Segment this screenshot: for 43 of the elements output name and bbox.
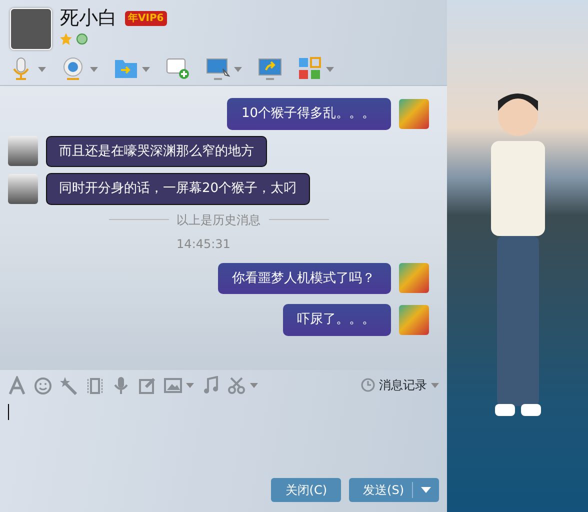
contact-avatar (8, 136, 38, 166)
caret-icon[interactable] (326, 66, 334, 72)
contact-avatar (8, 174, 38, 204)
star-icon (60, 32, 72, 45)
message-bubble: 而且还是在嚎哭深渊那么窄的地方 (46, 136, 267, 167)
avatar[interactable] (10, 8, 52, 50)
history-link[interactable]: 消息记录 (379, 376, 427, 394)
magic-wand-icon[interactable] (60, 376, 78, 394)
close-button[interactable]: 关闭(C) (271, 478, 342, 502)
font-icon[interactable] (8, 376, 26, 394)
caret-icon[interactable] (421, 487, 431, 493)
message-bubble: 10个猴子得多乱。。。 (227, 98, 391, 130)
vip-badge: 年VIP6 (125, 10, 167, 26)
caret-icon[interactable] (431, 382, 439, 388)
monitor-arrow-icon[interactable] (258, 57, 282, 81)
music-note-icon[interactable] (202, 376, 220, 394)
image-icon[interactable] (164, 376, 182, 394)
vibrate-icon[interactable] (86, 376, 104, 394)
app-grid-icon[interactable] (298, 57, 322, 81)
timestamp: 14:45:31 (176, 236, 230, 252)
smiley-icon[interactable] (34, 376, 52, 394)
caret-icon[interactable] (142, 66, 150, 72)
contact-avatar (399, 98, 429, 129)
caret-icon[interactable] (234, 66, 242, 72)
edit-icon[interactable] (138, 376, 156, 394)
history-divider-label: 以上是历史消息 (176, 212, 260, 228)
message-bubble: 吓尿了。。。 (283, 304, 391, 336)
send-button[interactable]: 发送(S) (349, 478, 439, 502)
folder-icon[interactable] (114, 57, 138, 81)
chat-add-icon[interactable] (166, 57, 190, 81)
message-bubble: 同时开分身的话，一屏幕20个猴子，太叼 (46, 173, 310, 204)
clock-icon[interactable] (361, 378, 375, 392)
caret-icon[interactable] (38, 66, 46, 72)
caret-icon[interactable] (90, 66, 98, 72)
scissors-icon[interactable] (228, 376, 246, 394)
caret-icon[interactable] (186, 382, 194, 388)
message-bubble: 你看噩梦人机模式了吗？ (218, 262, 391, 294)
contact-avatar (399, 263, 429, 294)
contact-avatar (399, 304, 429, 335)
microphone-icon[interactable] (112, 376, 130, 394)
contact-name: 死小白 (60, 8, 117, 29)
caret-icon[interactable] (250, 382, 258, 388)
screen-share-icon[interactable] (206, 57, 230, 81)
